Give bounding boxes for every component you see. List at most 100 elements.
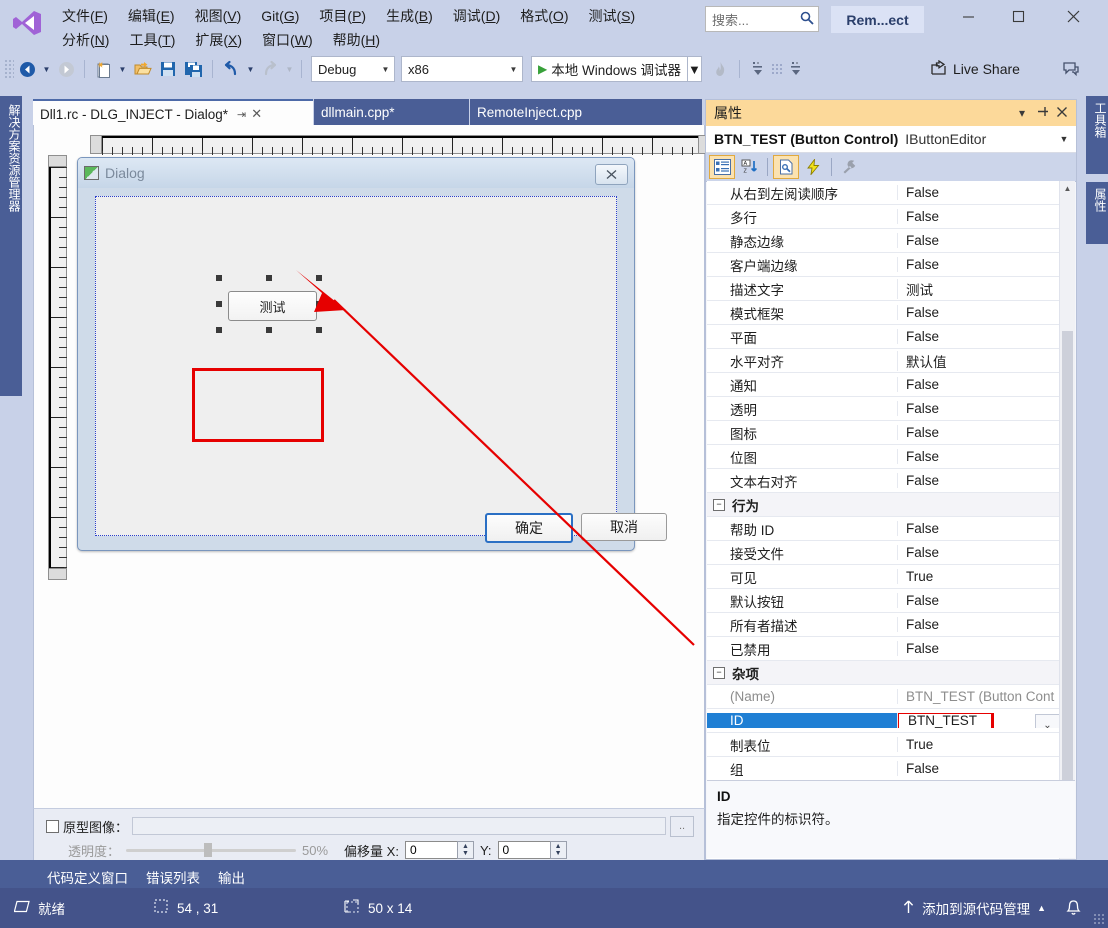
property-value[interactable]: False <box>897 401 1062 416</box>
resize-handle-nw[interactable] <box>216 275 222 281</box>
menu-test[interactable]: 测试(S) <box>578 4 645 28</box>
status-source-control[interactable]: 添加到源代码管理 ▲ <box>902 898 1046 918</box>
selected-control-wrapper[interactable]: 测试 <box>216 275 328 335</box>
tab-dll1-rc[interactable]: Dll1.rc - DLG_INJECT - Dialog* ⇥ ✕ <box>33 99 313 127</box>
live-share-button[interactable]: Live Share <box>930 59 1020 79</box>
window-minimize-button[interactable] <box>945 0 991 32</box>
undo-icon[interactable] <box>218 56 244 82</box>
menu-format[interactable]: 格式(O) <box>510 4 578 28</box>
property-row[interactable]: 文本右对齐 False <box>707 469 1062 493</box>
menu-edit[interactable]: 编辑(E) <box>118 4 185 28</box>
search-input[interactable]: 搜索... <box>705 6 819 32</box>
property-row[interactable]: 默认按钮 False <box>707 589 1062 613</box>
property-row[interactable]: 透明 False <box>707 397 1062 421</box>
save-icon[interactable] <box>155 56 181 82</box>
property-row[interactable]: (Name) BTN_TEST (Button Cont <box>707 685 1062 709</box>
property-value[interactable]: False <box>897 449 1062 464</box>
property-value[interactable]: False <box>897 617 1062 632</box>
property-row[interactable]: 已禁用 False <box>707 637 1062 661</box>
property-value[interactable]: False <box>897 329 1062 344</box>
pin-icon[interactable]: ⇥ <box>235 108 248 121</box>
scroll-up-icon[interactable]: ▲ <box>1060 181 1075 196</box>
prototype-image-path-input[interactable] <box>132 817 666 835</box>
property-value[interactable]: True <box>897 737 1062 752</box>
menu-extensions[interactable]: 扩展(X) <box>185 28 252 52</box>
navigate-back-icon[interactable] <box>14 56 40 82</box>
property-pages-wrench-icon[interactable] <box>837 155 863 179</box>
dialog-close-button[interactable] <box>595 164 628 185</box>
sidebar-item-properties[interactable]: 属性 <box>1086 182 1108 244</box>
property-row[interactable]: 接受文件 False <box>707 541 1062 565</box>
property-row[interactable]: 所有者描述 False <box>707 613 1062 637</box>
properties-grid[interactable]: 从右到左阅读顺序 False 多行 False 静态边缘 False 客户端边缘 False 描… <box>707 181 1062 859</box>
property-row[interactable]: 模式框架 False <box>707 301 1062 325</box>
property-value[interactable]: False <box>897 233 1062 248</box>
property-row[interactable]: 可见 True <box>707 565 1062 589</box>
property-row[interactable]: 组 False <box>707 757 1062 781</box>
toolbar-overflow-grip[interactable] <box>770 63 783 75</box>
collapse-expand-icon[interactable]: − <box>713 498 725 511</box>
property-category-row[interactable]: − 行为 <box>707 493 1062 517</box>
collapse-expand-icon[interactable]: − <box>713 666 725 679</box>
resize-grip[interactable] <box>1093 913 1105 925</box>
property-value[interactable]: False <box>897 761 1062 776</box>
open-file-icon[interactable] <box>129 56 155 82</box>
solution-platform-select[interactable]: x86 ▼ <box>401 56 523 82</box>
object-selector-chevron-icon[interactable]: ▼ <box>1056 134 1072 144</box>
notifications-bell-icon[interactable] <box>1056 899 1090 917</box>
ruler-top-thumb[interactable] <box>49 156 66 167</box>
property-row[interactable]: 制表位 True <box>707 733 1062 757</box>
start-debug-dropdown-icon[interactable]: ▼ <box>687 57 701 81</box>
toolbar-grip[interactable] <box>4 59 14 79</box>
property-row[interactable]: 多行 False <box>707 205 1062 229</box>
solution-configuration-select[interactable]: Debug ▼ <box>311 56 395 82</box>
offset-y-stepper[interactable]: ▲▼ <box>497 841 567 859</box>
dialog-ok-button[interactable]: 确定 <box>485 513 573 543</box>
step-indicator-icon-2[interactable] <box>783 56 809 82</box>
menu-debug[interactable]: 调试(D) <box>443 4 510 28</box>
property-row[interactable]: ID BTN_TEST ⌄ <box>707 709 1062 733</box>
property-value[interactable]: False <box>897 305 1062 320</box>
new-file-dropdown-icon[interactable]: ▼ <box>116 56 129 82</box>
property-row[interactable]: 描述文字 测试 <box>707 277 1062 301</box>
events-icon[interactable] <box>800 155 826 179</box>
start-debug-button[interactable]: ▶ 本地 Windows 调试器 ▼ <box>531 56 702 82</box>
dialog-preview[interactable]: Dialog 测试 确定 取消 <box>77 157 667 551</box>
property-value[interactable]: 默认值 <box>897 350 1062 371</box>
property-row[interactable]: 图标 False <box>707 421 1062 445</box>
properties-scrollbar[interactable]: ▲ ▼ <box>1059 181 1075 859</box>
property-row[interactable]: 水平对齐 默认值 <box>707 349 1062 373</box>
opacity-slider-knob[interactable] <box>204 843 213 857</box>
ruler-left-thumb[interactable] <box>91 136 102 153</box>
close-icon[interactable]: ✕ <box>248 106 269 122</box>
save-all-icon[interactable] <box>181 56 207 82</box>
prototype-image-checkbox[interactable] <box>46 819 59 833</box>
property-pages-icon[interactable] <box>773 155 799 179</box>
alphabetical-view-icon[interactable]: AZ <box>736 155 762 179</box>
window-close-button[interactable] <box>1050 0 1096 32</box>
property-row[interactable]: 通知 False <box>707 373 1062 397</box>
property-value[interactable]: False <box>897 545 1062 560</box>
property-value[interactable]: BTN_TEST ⌄ <box>897 713 1062 728</box>
menu-project[interactable]: 项目(P) <box>309 4 376 28</box>
offset-x-spin-buttons[interactable]: ▲ ▼ <box>456 841 474 859</box>
dialog-cancel-button[interactable]: 取消 <box>581 513 667 541</box>
tab-output[interactable]: 输出 <box>209 866 254 888</box>
menu-analyze[interactable]: 分析(N) <box>52 28 119 52</box>
vertical-ruler[interactable] <box>48 155 68 580</box>
menu-file[interactable]: 文件(F) <box>52 4 118 28</box>
property-value[interactable]: False <box>897 473 1062 488</box>
property-value[interactable]: 测试 <box>897 278 1062 299</box>
property-value[interactable]: False <box>897 209 1062 224</box>
menu-help[interactable]: 帮助(H) <box>323 28 390 52</box>
menu-git[interactable]: Git(G) <box>251 6 309 26</box>
tab-code-definition-window[interactable]: 代码定义窗口 <box>38 866 137 888</box>
menu-view[interactable]: 视图(V) <box>185 4 252 28</box>
categorized-view-icon[interactable] <box>709 155 735 179</box>
chevron-down-icon-2[interactable]: ▼ <box>505 65 522 74</box>
resize-handle-ne[interactable] <box>316 275 322 281</box>
dialog-designer-surface[interactable]: Dialog 测试 确定 取消 <box>33 125 710 808</box>
menu-window[interactable]: 窗口(W) <box>252 28 323 52</box>
sidebar-item-solution-explorer[interactable]: 解决方案资源管理器 <box>0 96 22 396</box>
property-row[interactable]: 从右到左阅读顺序 False <box>707 181 1062 205</box>
